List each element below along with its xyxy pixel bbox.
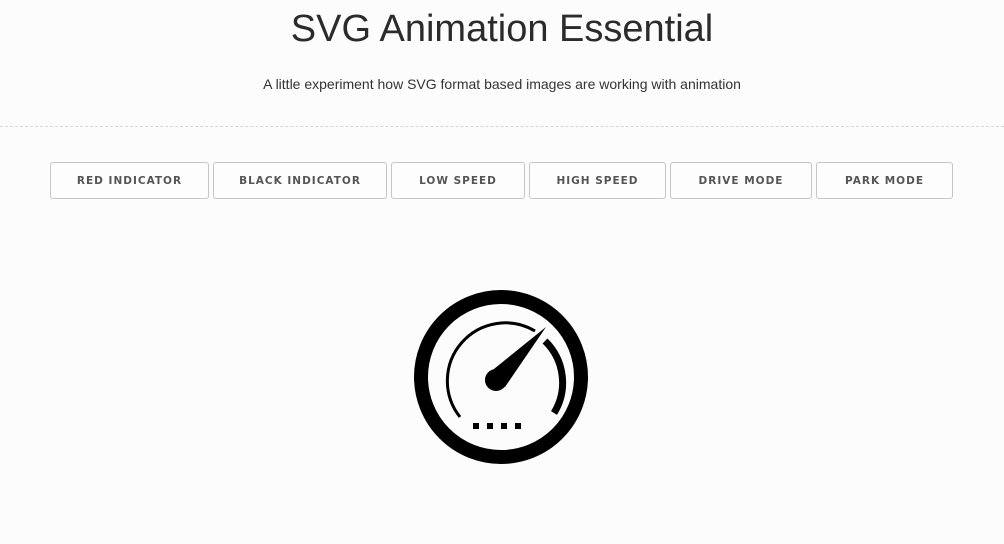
gauge-readout-dots — [473, 423, 521, 429]
speedometer-icon — [414, 290, 588, 464]
page-subtitle: A little experiment how SVG format based… — [263, 76, 741, 92]
gauge-thick-arc — [542, 338, 567, 415]
low-speed-button[interactable]: LOW SPEED — [391, 162, 525, 199]
page-title: SVG Animation Essential — [290, 8, 714, 50]
page-header: SVG Animation Essential A little experim… — [0, 0, 1004, 127]
gauge-thin-arc — [445, 321, 536, 418]
red-indicator-button[interactable]: RED INDICATOR — [50, 162, 209, 199]
gauge-needle-hub — [485, 369, 507, 391]
drive-mode-button[interactable]: DRIVE MODE — [670, 162, 812, 199]
black-indicator-button[interactable]: BLACK INDICATOR — [213, 162, 387, 199]
park-mode-button[interactable]: PARK MODE — [816, 162, 953, 199]
high-speed-button[interactable]: HIGH SPEED — [529, 162, 666, 199]
